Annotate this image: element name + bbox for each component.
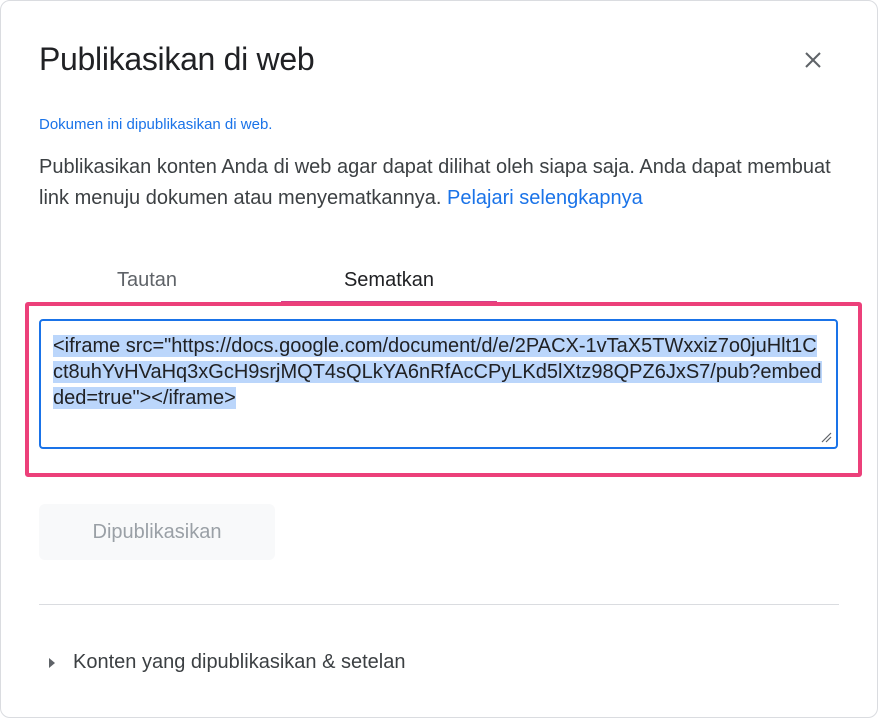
description-paragraph: Publikasikan konten Anda di web agar dap… bbox=[39, 152, 839, 214]
publish-dialog: Publikasikan di web Dokumen ini dipublik… bbox=[0, 0, 878, 718]
embed-code-text: <iframe src="https://docs.google.com/doc… bbox=[53, 335, 822, 409]
tab-bar: Tautan Sematkan bbox=[39, 259, 839, 305]
section-divider bbox=[39, 604, 839, 605]
close-button[interactable] bbox=[798, 45, 828, 75]
published-content-settings-label: Konten yang dipublikasikan & setelan bbox=[73, 651, 406, 673]
close-icon bbox=[805, 52, 821, 68]
tab-embed[interactable]: Sematkan bbox=[281, 259, 497, 303]
dialog-title: Publikasikan di web bbox=[39, 41, 315, 77]
description-text: Publikasikan konten Anda di web agar dap… bbox=[39, 156, 831, 209]
embed-code-textarea[interactable]: <iframe src="https://docs.google.com/doc… bbox=[39, 319, 838, 449]
tab-link[interactable]: Tautan bbox=[77, 259, 217, 303]
published-button[interactable]: Dipublikasikan bbox=[39, 504, 275, 560]
publish-status-text: Dokumen ini dipublikasikan di web. bbox=[39, 116, 273, 133]
learn-more-link[interactable]: Pelajari selengkapnya bbox=[447, 187, 643, 209]
caret-right-icon bbox=[49, 657, 55, 668]
published-content-settings-toggle[interactable]: Konten yang dipublikasikan & setelan bbox=[49, 651, 405, 674]
resize-grip-icon[interactable] bbox=[820, 431, 832, 443]
